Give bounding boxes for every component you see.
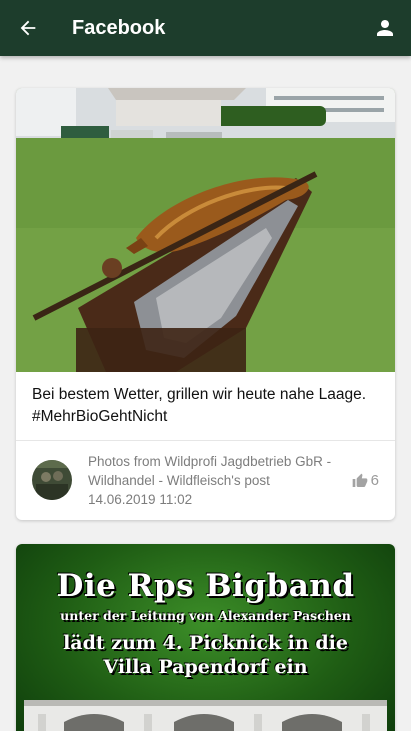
post-date: 14.06.2019 11:02	[88, 492, 193, 507]
like-count-value: 6	[370, 472, 379, 489]
post-card[interactable]: Bei bestem Wetter, grillen wir heute nah…	[16, 88, 395, 520]
arrow-back-icon	[20, 20, 36, 36]
like-count[interactable]: 6	[352, 472, 379, 489]
thumbs-up-icon	[352, 473, 367, 487]
post-text: Bei bestem Wetter, grillen wir heute nah…	[32, 386, 367, 425]
post-photo[interactable]: Die Rps Bigband unter der Leitung von Al…	[16, 544, 395, 731]
post-card[interactable]: Die Rps Bigband unter der Leitung von Al…	[16, 544, 395, 731]
post-meta: Photos from Wildprofi Jagdbetrieb GbR - …	[88, 452, 348, 509]
person-icon	[377, 20, 393, 36]
back-button[interactable]	[0, 0, 56, 56]
poster-line: Villa Papendorf ein	[103, 656, 308, 678]
app-bar: Facebook	[0, 0, 411, 56]
app-title: Facebook	[72, 16, 166, 39]
poster-line: lädt zum 4. Picknick in die	[63, 632, 348, 654]
post-photo[interactable]	[16, 88, 395, 372]
poster-title: Die Rps Bigband	[56, 568, 355, 604]
post-source: Photos from Wildprofi Jagdbetrieb GbR - …	[88, 454, 332, 488]
divider	[16, 440, 395, 441]
poster-subtitle: unter der Leitung von Alexander Paschen	[60, 608, 351, 623]
avatar[interactable]	[32, 460, 72, 500]
villa-image	[24, 700, 387, 731]
profile-button[interactable]	[371, 14, 399, 42]
